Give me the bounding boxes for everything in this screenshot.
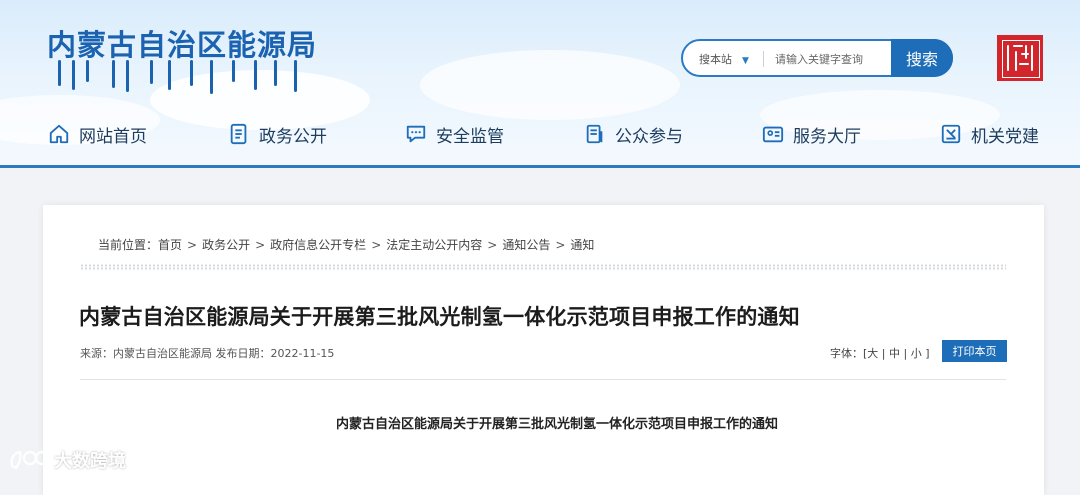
nav-item-label: 网站首页: [79, 126, 147, 147]
font-size-medium[interactable]: 中: [889, 347, 900, 360]
search-scope-select[interactable]: 搜本站 ▼: [699, 51, 749, 67]
nav-item-label: 机关党建: [971, 126, 1039, 147]
breadcrumb-separator: >: [371, 237, 382, 252]
breadcrumb-prefix: 当前位置：: [98, 238, 159, 252]
nav-item-label: 政务公开: [259, 126, 327, 147]
header-divider: [0, 165, 1080, 168]
breadcrumb: 当前位置： 首页 > 政务公开 > 政府信息公开专栏 > 法定主动公开内容 > …: [98, 236, 594, 253]
breadcrumb-notice[interactable]: 通知: [570, 236, 594, 253]
party-badge-icon: [941, 124, 961, 144]
meta-divider: [80, 379, 1006, 380]
nav-item-party-building[interactable]: 机关党建: [940, 116, 1039, 152]
breadcrumb-info-disclosure[interactable]: 政府信息公开专栏: [270, 236, 366, 253]
breadcrumb-notices[interactable]: 通知公告: [502, 236, 550, 253]
breadcrumb-separator: >: [555, 237, 566, 252]
print-page-button[interactable]: 打印本页: [942, 340, 1007, 362]
document-list-icon: [230, 123, 247, 145]
nav-item-public-participation[interactable]: 公众参与: [584, 116, 683, 152]
font-size-small[interactable]: 小: [911, 347, 922, 360]
search-scope-label: 搜本站: [699, 53, 732, 66]
nav-item-home[interactable]: 网站首页: [48, 116, 147, 152]
breadcrumb-government-affairs[interactable]: 政务公开: [202, 236, 250, 253]
home-icon: [49, 124, 69, 144]
site-logo-title[interactable]: 内蒙古自治区能源局: [47, 22, 317, 64]
article-title: 内蒙古自治区能源局关于开展第三批风光制氢一体化示范项目申报工作的通知: [79, 305, 800, 329]
font-size-bracket: ]: [925, 347, 930, 360]
breadcrumb-separator: >: [187, 237, 198, 252]
font-size-label: 字体：[: [830, 347, 868, 360]
search-divider: [763, 51, 764, 67]
article-meta: 来源：内蒙古自治区能源局 发布日期：2022-11-15: [80, 347, 335, 360]
nav-item-label: 服务大厅: [793, 126, 861, 147]
cloud-decoration: [420, 50, 680, 120]
nav-item-safety-supervision[interactable]: 安全监管: [405, 116, 504, 152]
caret-down-icon: ▼: [742, 56, 749, 66]
clipboard-icon: [586, 124, 603, 144]
font-size-large[interactable]: 大: [867, 347, 878, 360]
site-header: 内蒙古自治区能源局 搜本站 ▼ 搜索: [0, 0, 1080, 168]
nav-item-government-affairs[interactable]: 政务公开: [228, 116, 327, 152]
font-size-control: 字体：[大 | 中 | 小 ]: [830, 347, 930, 360]
nav-item-label: 安全监管: [436, 126, 504, 147]
watermark-logo-icon: [10, 450, 50, 470]
seal-emblem-icon: [997, 35, 1043, 81]
breadcrumb-separator: >: [487, 237, 498, 252]
breadcrumb-statutory-content[interactable]: 法定主动公开内容: [386, 236, 482, 253]
chat-bubble-icon: [406, 125, 426, 143]
breadcrumb-home[interactable]: 首页: [158, 236, 182, 253]
nav-item-label: 公众参与: [615, 126, 683, 147]
breadcrumb-separator: >: [255, 237, 266, 252]
nav-item-service-hall[interactable]: 服务大厅: [762, 116, 861, 152]
main-nav: 网站首页 政务公开 安全监管 公众参与 服务大厅 机关党建: [0, 116, 1080, 152]
article-body-title: 内蒙古自治区能源局关于开展第三批风光制氢一体化示范项目申报工作的通知: [335, 417, 778, 432]
id-card-icon: [762, 126, 784, 143]
watermark: 大数跨境: [8, 446, 126, 474]
watermark-text: 大数跨境: [54, 451, 126, 472]
dotted-divider: [80, 264, 1006, 270]
search-button[interactable]: 搜索: [891, 39, 953, 77]
mongolian-script-logo: [50, 60, 300, 96]
search-input[interactable]: [773, 47, 887, 71]
